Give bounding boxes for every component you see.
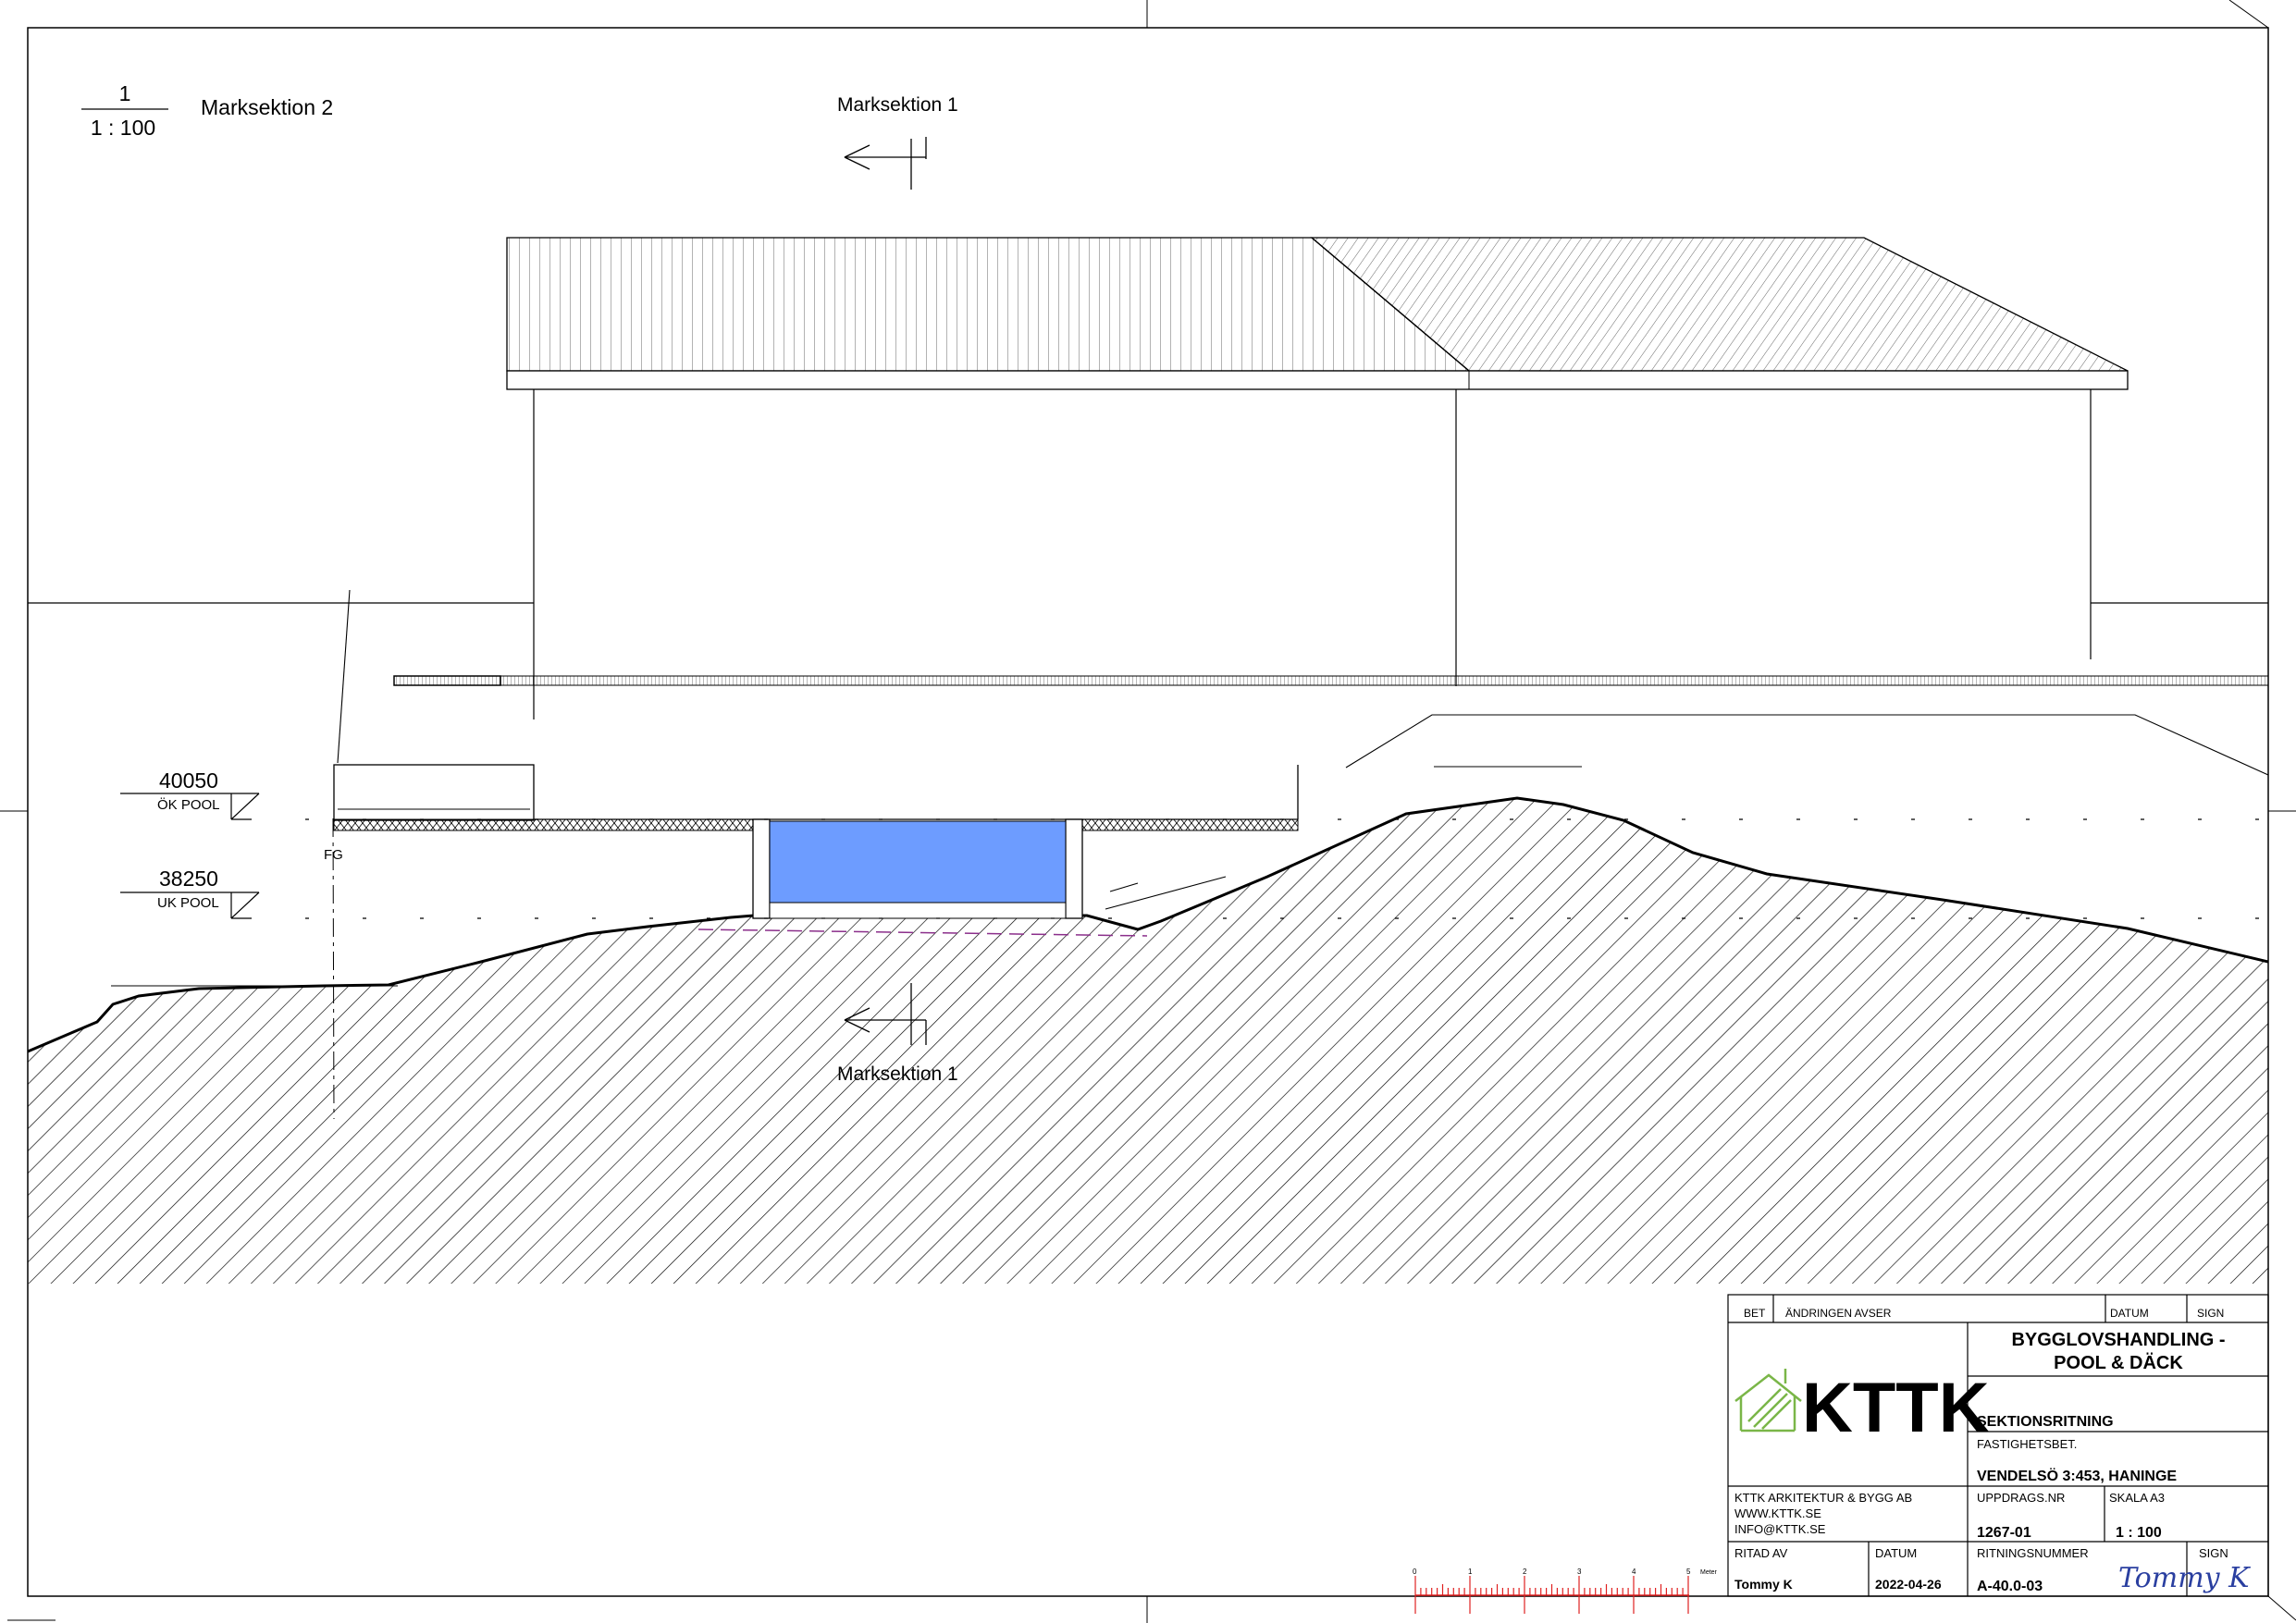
scale-tick-0: 0	[1413, 1568, 1417, 1576]
signature: Tommy K	[2118, 1562, 2251, 1594]
ritad-label: RITAD AV	[1734, 1546, 1788, 1560]
datum-value: 2022-04-26	[1875, 1577, 1942, 1592]
house-roof	[506, 237, 2129, 390]
view-name: Marksektion 2	[201, 95, 333, 119]
header-sign: SIGN	[2197, 1307, 2224, 1320]
ritningsnr-label: RITNINGSNUMMER	[1977, 1546, 2089, 1560]
project-title-line1: BYGGLOVSHANDLING -	[2011, 1330, 2225, 1350]
scale-tick-1: 1	[1468, 1568, 1473, 1576]
house-walls	[28, 389, 2268, 719]
ritad-value: Tommy K	[1734, 1577, 1793, 1592]
level-top-label: ÖK POOL	[157, 796, 220, 813]
skala-value: 1 : 100	[2116, 1525, 2162, 1541]
section-marker-bottom-label: Marksektion 1	[837, 1064, 958, 1085]
uppdrag-label: UPPDRAGS.NR	[1977, 1491, 2065, 1505]
company-line2: WWW.KTTK.SE	[1734, 1506, 1821, 1520]
level-mark-top: 40050 ÖK POOL	[120, 768, 260, 820]
scale-unit: Meter	[1700, 1569, 1718, 1576]
scale-tick-5: 5	[1686, 1568, 1691, 1576]
scale-tick-4: 4	[1632, 1568, 1636, 1576]
ritningsnr-value: A-40.0-03	[1977, 1579, 2043, 1594]
level-bottom-label: UK POOL	[157, 895, 219, 911]
view-scale: 1 : 100	[91, 116, 155, 140]
drawing-sheet: 1 1 : 100 Marksektion 2 Marksektion 1 Ma…	[0, 0, 2296, 1623]
property-value: VENDELSÖ 3:453, HANINGE	[1977, 1467, 2177, 1484]
skala-label: SKALA A3	[2109, 1491, 2165, 1505]
level-bottom-value: 38250	[159, 867, 218, 891]
scale-tick-3: 3	[1577, 1568, 1582, 1576]
header-datum: DATUM	[2110, 1307, 2149, 1320]
datum-label: DATUM	[1875, 1546, 1917, 1560]
sign-label: SIGN	[2199, 1546, 2228, 1560]
title-block: BET ÄNDRINGEN AVSER DATUM SIGN KTTK BYGG…	[1727, 1294, 2269, 1597]
scale-bar: 0 1 2 3 4 5 Meter	[1413, 1568, 1718, 1614]
section-marker-top-label: Marksektion 1	[837, 94, 958, 116]
earth-section	[28, 796, 2268, 1284]
header-bet: BET	[1744, 1307, 1766, 1320]
pool-water	[769, 820, 1067, 904]
drawing-type: SEKTIONSRITNING	[1977, 1414, 2114, 1430]
scale-tick-2: 2	[1523, 1568, 1527, 1576]
property-label: FASTIGHETSBET.	[1977, 1437, 2077, 1451]
header-andring: ÄNDRINGEN AVSER	[1785, 1307, 1892, 1320]
view-number: 1	[119, 81, 131, 105]
logo-text: KTTK	[1802, 1369, 1990, 1447]
view-title: 1 1 : 100 Marksektion 2	[81, 81, 333, 140]
uppdrag-value: 1267-01	[1977, 1525, 2031, 1541]
house-icon	[1734, 1369, 1802, 1432]
level-top-value: 40050	[159, 768, 218, 793]
company-line3: INFO@KTTK.SE	[1734, 1522, 1826, 1536]
company-line1: KTTK ARKITEKTUR & BYGG AB	[1734, 1491, 1912, 1505]
ground-label: FG	[324, 847, 343, 863]
section-marker-top	[844, 137, 927, 190]
deck-railing	[393, 675, 2269, 686]
level-mark-bottom: 38250 UK POOL	[120, 867, 260, 919]
project-title-line2: POOL & DÄCK	[2054, 1352, 2183, 1373]
